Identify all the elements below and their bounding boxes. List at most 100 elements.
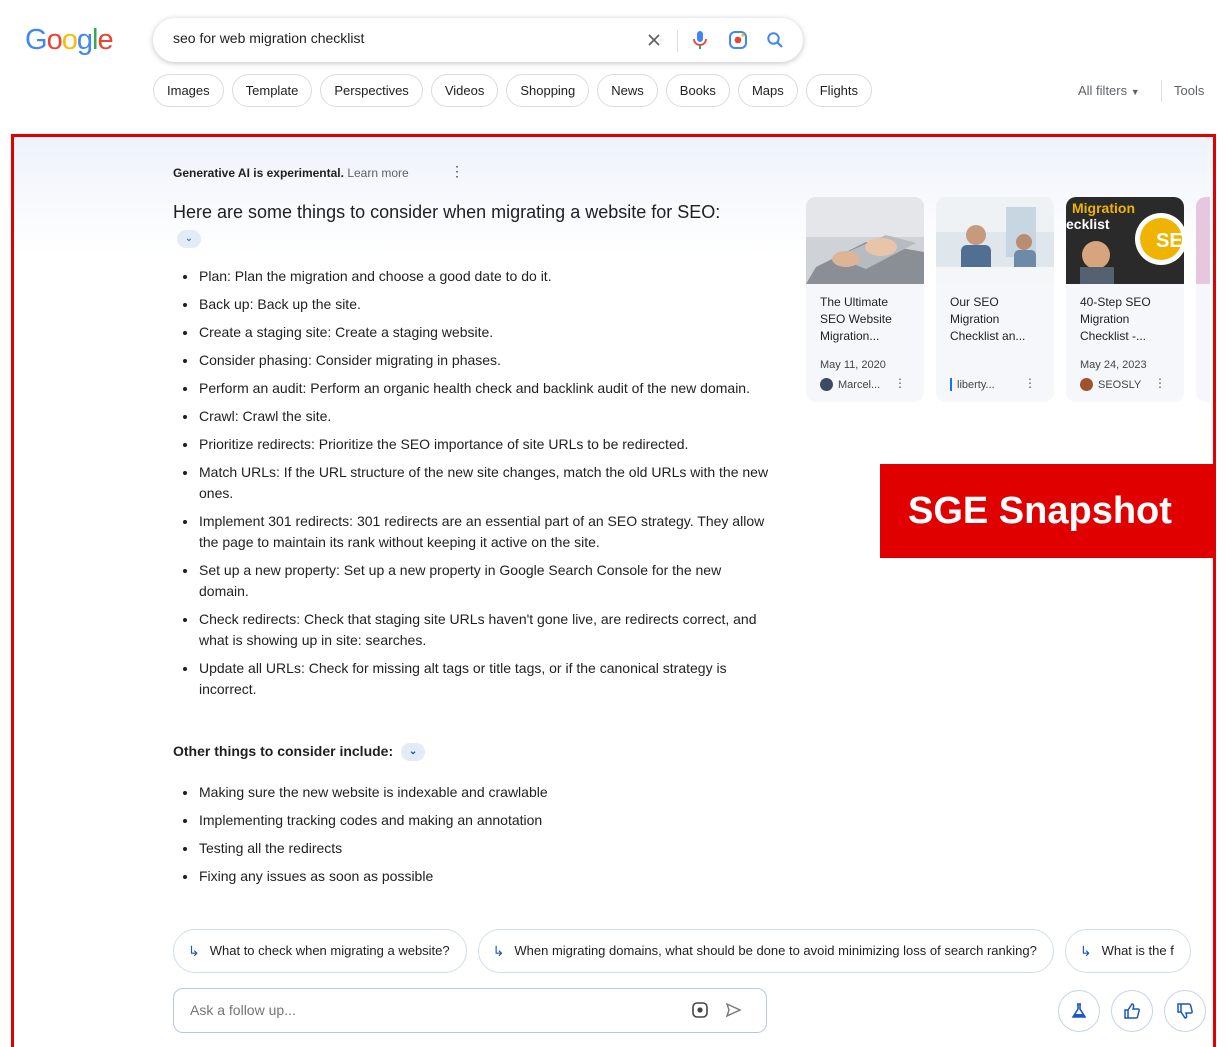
thumb-text: Migration: [1072, 200, 1135, 216]
card-menu-icon[interactable]: ⋮: [894, 376, 906, 390]
list-item: Back up: Back up the site.: [173, 294, 773, 315]
filter-chip-flights[interactable]: Flights: [805, 74, 873, 107]
list-item: Making sure the new website is indexable…: [173, 782, 773, 803]
card-source: Marcel...: [820, 378, 880, 391]
all-filters-label: All filters: [1078, 83, 1128, 98]
office-thumbnail: [936, 197, 1054, 284]
card-menu-icon[interactable]: ⋮: [1154, 376, 1166, 390]
source-card[interactable]: Our SEO Migration Checklist an... libert…: [936, 197, 1054, 402]
list-item: Consider phasing: Consider migrating in …: [173, 350, 773, 371]
logo-letter: G: [25, 24, 48, 56]
source-name: Marcel...: [838, 378, 881, 391]
thumbs-up-icon: [1124, 1003, 1140, 1019]
google-logo[interactable]: Google: [25, 24, 114, 57]
consideration-list: Plan: Plan the migration and choose a go…: [173, 266, 773, 707]
source-card[interactable]: Migration ecklist SE 40-Step SEO Migrati…: [1066, 197, 1184, 402]
thumbs-down-icon: [1177, 1003, 1193, 1019]
filter-chip-shopping[interactable]: Shopping: [506, 74, 590, 107]
list-item: Match URLs: If the URL structure of the …: [173, 462, 773, 504]
list-item: Plan: Plan the migration and choose a go…: [173, 266, 773, 287]
expand-chevron-icon[interactable]: ⌄: [177, 230, 201, 249]
list-item: Set up a new property: Set up a new prop…: [173, 560, 773, 602]
list-item: Implementing tracking codes and making a…: [173, 810, 773, 831]
source-name: SEOSLY: [1098, 378, 1142, 391]
followup-chip[interactable]: ↳ What is the f: [1064, 929, 1191, 973]
followup-chip[interactable]: ↳ What to check when migrating a website?: [173, 929, 467, 973]
source-favicon-icon: [950, 378, 952, 391]
filter-chip-perspectives[interactable]: Perspectives: [320, 74, 423, 107]
thumb-text: ecklist: [1066, 216, 1110, 232]
search-icon[interactable]: [763, 28, 787, 52]
list-item: Check redirects: Check that staging site…: [173, 609, 773, 651]
followup-text: When migrating domains, what should be d…: [514, 943, 1037, 958]
page: Google ImagesTemplatePerspectivesVideosS…: [0, 0, 1227, 1047]
list-item: Update all URLs: Check for missing alt t…: [173, 658, 773, 700]
clear-icon[interactable]: [642, 28, 666, 52]
other-expand-chevron-icon[interactable]: ⌄: [401, 743, 426, 762]
notice-text: Generative AI is experimental.: [173, 166, 344, 180]
filter-chip-books[interactable]: Books: [665, 74, 730, 107]
thumbs-up-button[interactable]: [1111, 990, 1153, 1032]
source-cards: The Ultimate SEO Website Migration... Ma…: [806, 197, 1210, 402]
filter-chip-videos[interactable]: Videos: [430, 74, 499, 107]
card-date: May 24, 2023: [1080, 359, 1147, 371]
source-card-peek[interactable]: [1196, 197, 1210, 402]
list-item: Create a staging site: Create a staging …: [173, 322, 773, 343]
filter-chip-template[interactable]: Template: [231, 74, 313, 107]
other-things-heading: Other things to consider include: ⌄: [173, 743, 426, 762]
more-options-icon[interactable]: ⋮: [450, 163, 464, 180]
other-things-list: Making sure the new website is indexable…: [173, 782, 773, 894]
card-title: 40-Step SEO Migration Checklist -...: [1080, 295, 1151, 343]
reply-arrow-icon: ↳: [188, 943, 200, 959]
card-source: liberty...: [950, 378, 995, 391]
thumbs-down-button[interactable]: [1164, 990, 1206, 1032]
filter-chip-images[interactable]: Images: [153, 74, 224, 107]
sge-snapshot-panel: Generative AI is experimental. Learn mor…: [11, 134, 1216, 1047]
all-filters-button[interactable]: All filters ▼: [1078, 83, 1140, 98]
send-icon[interactable]: [724, 1001, 742, 1024]
tools-divider: [1161, 80, 1162, 102]
search-input[interactable]: [173, 30, 633, 46]
followup-text: What is the f: [1101, 943, 1174, 958]
list-item: Testing all the redirects: [173, 838, 773, 859]
microphone-icon[interactable]: [688, 28, 712, 52]
sge-heading: Here are some things to consider when mi…: [173, 199, 733, 251]
other-heading-text: Other things to consider include:: [173, 743, 394, 759]
search-results-page: Google ImagesTemplatePerspectivesVideosS…: [0, 0, 1227, 1047]
card-date: May 11, 2020: [820, 359, 886, 371]
card-source: SEOSLY: [1080, 378, 1141, 391]
flask-icon: [1071, 1003, 1087, 1018]
list-item: Fixing any issues as soon as possible: [173, 866, 773, 887]
filter-chip-news[interactable]: News: [597, 74, 658, 107]
sge-heading-text: Here are some things to consider when mi…: [173, 202, 721, 222]
card-menu-icon[interactable]: ⋮: [1024, 376, 1036, 390]
card-title: Our SEO Migration Checklist an...: [950, 295, 1026, 343]
tools-button[interactable]: Tools: [1174, 83, 1204, 98]
checklist-thumbnail: Migration ecklist SE: [1066, 197, 1184, 284]
caret-down-icon: ▼: [1130, 87, 1140, 97]
ai-experimental-notice: Generative AI is experimental. Learn mor…: [173, 166, 409, 180]
search-divider: [677, 30, 678, 52]
followup-chip[interactable]: ↳ When migrating domains, what should be …: [477, 929, 1054, 973]
learn-more-link[interactable]: Learn more: [347, 166, 408, 180]
peek-thumbnail: [1196, 197, 1210, 284]
lens-icon[interactable]: [691, 1001, 709, 1024]
search-box: [153, 18, 803, 62]
ask-followup-input[interactable]: [190, 1002, 650, 1018]
labs-button[interactable]: [1058, 990, 1100, 1032]
ask-followup-box: [173, 988, 767, 1033]
followup-suggestions: ↳ What to check when migrating a website?…: [173, 929, 1203, 973]
logo-letter: e: [97, 24, 113, 56]
logo-letter: g: [76, 24, 93, 56]
source-card[interactable]: The Ultimate SEO Website Migration... Ma…: [806, 197, 924, 402]
logo-letter: o: [46, 24, 63, 56]
list-item: Perform an audit: Perform an organic hea…: [173, 378, 773, 399]
reply-arrow-icon: ↳: [1079, 943, 1092, 959]
card-title: The Ultimate SEO Website Migration...: [820, 295, 892, 343]
source-name: liberty...: [957, 378, 995, 391]
reply-arrow-icon: ↳: [492, 943, 505, 959]
filter-chip-maps[interactable]: Maps: [737, 74, 798, 107]
followup-text: What to check when migrating a website?: [209, 943, 450, 958]
lens-icon[interactable]: [726, 28, 750, 52]
list-item: Implement 301 redirects: 301 redirects a…: [173, 511, 773, 553]
